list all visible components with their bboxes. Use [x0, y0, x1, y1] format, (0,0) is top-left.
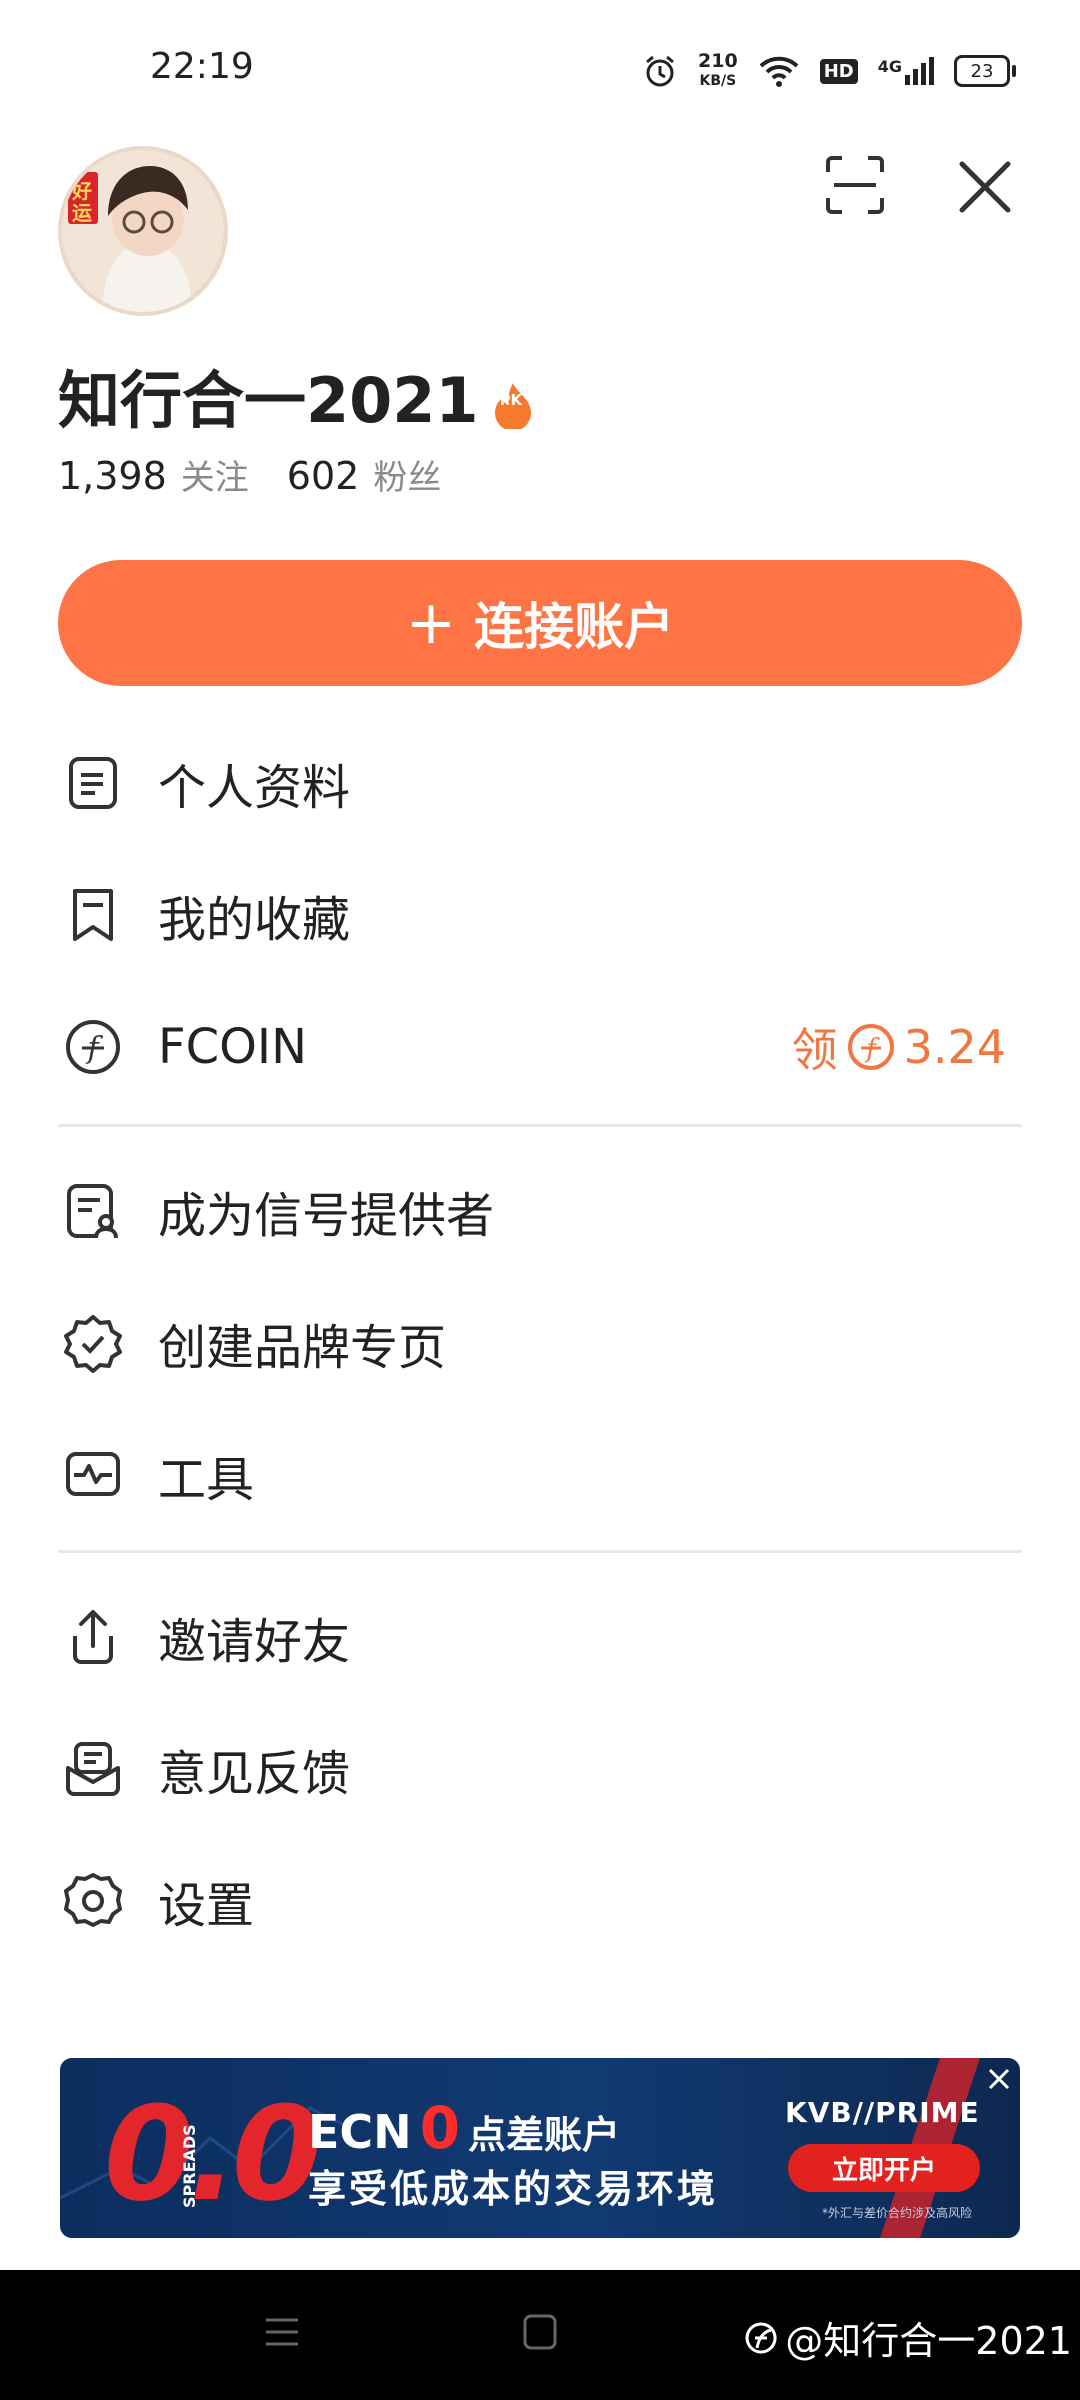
- followers-count[interactable]: 602: [287, 454, 360, 498]
- menu-item-invite[interactable]: 邀请好友: [58, 1582, 1022, 1692]
- plus-icon: +: [405, 588, 457, 658]
- following-count[interactable]: 1,398: [58, 454, 167, 498]
- profile-stats: 1,398 关注 602 粉丝: [58, 450, 465, 499]
- share-icon: [58, 1602, 128, 1672]
- gear-icon: [58, 1866, 128, 1936]
- connect-account-button[interactable]: + 连接账户: [58, 560, 1022, 686]
- watermark-logo-icon: [745, 2322, 777, 2353]
- scan-icon[interactable]: [824, 154, 886, 216]
- bookmark-icon: [58, 880, 128, 950]
- pk-badge-icon: PK: [493, 371, 533, 431]
- alarm-icon: [646, 55, 675, 87]
- menu-item-label: 邀请好友: [158, 1614, 351, 1670]
- signal-provider-icon: [58, 1176, 128, 1246]
- network-speed: 210 KB/S: [698, 50, 738, 89]
- fcoin-coin-icon: f: [847, 1024, 894, 1070]
- banner-risk-note: *外汇与差价合约涉及高风险: [822, 2206, 973, 2220]
- following-label[interactable]: 关注: [181, 450, 249, 499]
- status-icons: 210 KB/S HD 4G 23: [642, 46, 1016, 96]
- banner-spreads: SPREADS: [180, 2124, 199, 2208]
- verified-badge-icon: [58, 1308, 128, 1378]
- battery-icon: 23: [954, 55, 1016, 87]
- menu-item-label: 成为信号提供者: [158, 1188, 495, 1244]
- fcoin-reward[interactable]: 领 f 3.24: [792, 1014, 1006, 1080]
- signal-4g-icon: 4G: [878, 57, 934, 85]
- menu-item-tools[interactable]: 工具: [58, 1420, 1022, 1530]
- connect-account-label: 连接账户: [474, 598, 675, 656]
- document-icon: [58, 748, 128, 818]
- menu-item-label: 创建品牌专页: [158, 1320, 447, 1376]
- watermark: @知行合一2021: [743, 2310, 1072, 2365]
- menu-item-fcoin[interactable]: f FCOIN 领 f 3.24: [58, 992, 1022, 1102]
- open-account-button[interactable]: 立即开户: [788, 2144, 980, 2192]
- followers-label[interactable]: 粉丝: [373, 450, 441, 499]
- menu-item-brand-page[interactable]: 创建品牌专页: [58, 1288, 1022, 1398]
- promo-banner[interactable]: 0.0 SPREADS ECN 0 点差账户 享受低成本的交易环境 KVB//PRI…: [60, 2058, 1020, 2238]
- menu-item-label: 意见反馈: [158, 1746, 351, 1802]
- hd-icon: HD: [819, 58, 858, 84]
- menu-item-favorites[interactable]: 我的收藏: [58, 860, 1022, 970]
- home-icon[interactable]: [522, 2312, 558, 2352]
- menu-item-label: 设置: [158, 1878, 255, 1934]
- feedback-icon: [58, 1734, 128, 1804]
- banner-close-icon[interactable]: [984, 2064, 1014, 2094]
- avatar-image: [62, 150, 224, 312]
- banner-subtitle: 享受低成本的交易环境: [308, 2167, 719, 2211]
- fcoin-claim-label: 领: [791, 1023, 838, 1077]
- fcoin-value: 3.24: [903, 1020, 1006, 1074]
- menu-item-profile[interactable]: 个人资料: [58, 728, 1022, 838]
- menu-item-feedback[interactable]: 意见反馈: [58, 1714, 1022, 1824]
- divider: [58, 1124, 1022, 1127]
- profile-name: 知行合一2021 PK: [58, 350, 533, 440]
- menu-item-label: 个人资料: [158, 760, 351, 816]
- close-icon[interactable]: [958, 160, 1012, 214]
- divider: [58, 1550, 1022, 1553]
- menu-item-signal-provider[interactable]: 成为信号提供者: [58, 1156, 1022, 1266]
- banner-brand-logo: KVB//PRIME: [785, 2096, 980, 2129]
- avatar-badge: 好运: [72, 179, 92, 225]
- menu-icon[interactable]: [262, 2312, 302, 2352]
- status-time: 22:19: [150, 46, 254, 87]
- profile-name-text: 知行合一2021: [58, 364, 479, 437]
- wifi-icon: [759, 56, 799, 87]
- banner-zero-spread: 0.0: [104, 2078, 322, 2230]
- menu-item-label: 工具: [158, 1452, 255, 1508]
- banner-headline: ECN 0 点差账户: [308, 2094, 621, 2162]
- fcoin-icon: f: [58, 1012, 128, 1082]
- menu-item-label: 我的收藏: [158, 892, 351, 948]
- avatar[interactable]: 好运: [58, 146, 228, 316]
- menu-item-label: FCOIN: [158, 1019, 307, 1075]
- pulse-monitor-icon: [58, 1440, 128, 1510]
- menu-item-settings[interactable]: 设置: [58, 1846, 1022, 1956]
